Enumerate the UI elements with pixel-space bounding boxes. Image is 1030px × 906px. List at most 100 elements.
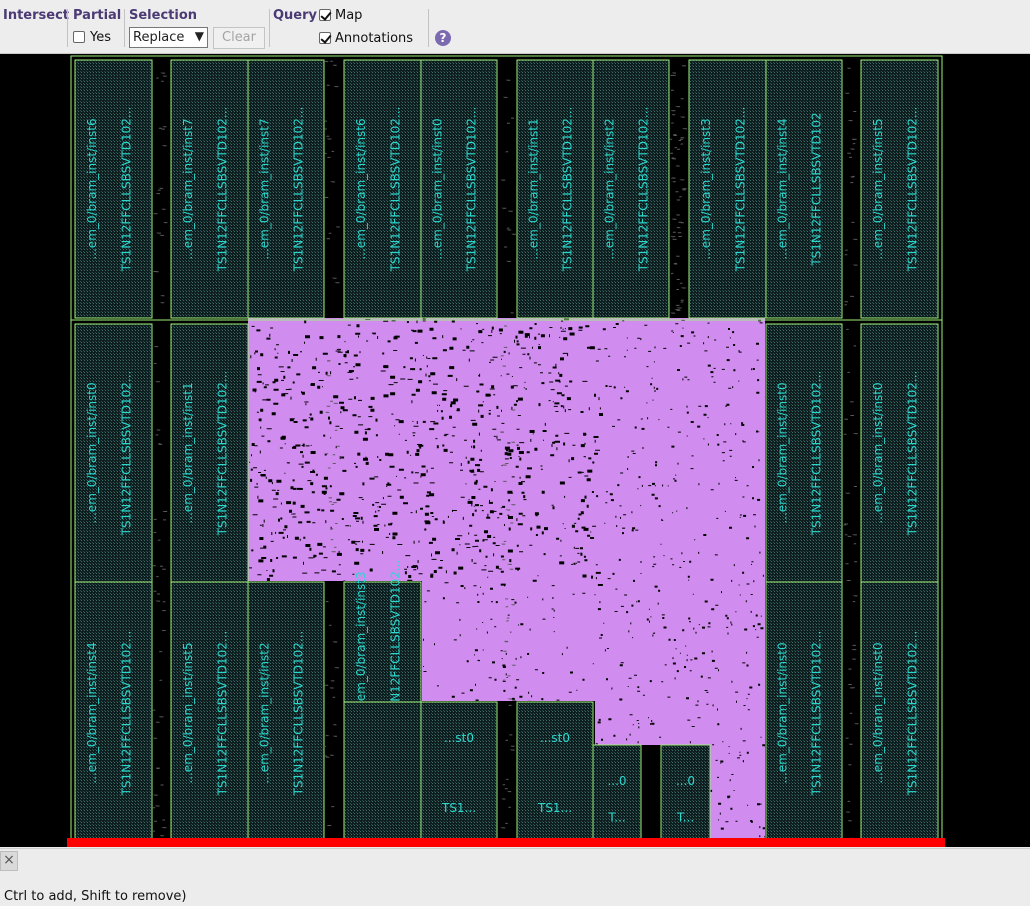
cell-type-label: TS1N12FFCLLSBSVTD102...: [119, 631, 133, 797]
cell-type-label: TS1N12FFCLLSBSVTD102...: [905, 371, 919, 537]
toolbar-divider: [67, 9, 68, 47]
bram-cell[interactable]: ...em_0/bram_inst/inst6 TS1N12FFCLLSBSVTD…: [74, 59, 153, 319]
cell-type-label: TS1N12FFCLLSBSVTD102...: [388, 107, 402, 273]
cell-type-label: TS1N12FFCLLSBSVTD102...: [905, 107, 919, 273]
bram-cell[interactable]: ...em_0/bram_inst/inst7 TS1N12FFCLLSBSVTD…: [247, 59, 325, 319]
cell-instance-label: ...em_0/bram_inst/inst2: [603, 118, 617, 259]
die-boundary-bar: [67, 838, 945, 847]
small-cell-instance-label: ...st0: [444, 731, 474, 745]
cell-type-label: TS1N12FFCLLSBSVTD102...: [388, 560, 402, 726]
cell-type-label: TS1N12FFCLLSBSVTD102...: [119, 107, 133, 273]
cell-instance-label: ...em_0/bram_inst/inst6: [354, 118, 368, 259]
bram-cell[interactable]: ...em_0/bram_inst/inst0 TS1N12FFCLLSBSVTD…: [765, 323, 843, 583]
cell-type-label: TS1N12FFCLLSBSVTD102...: [215, 631, 229, 797]
small-cell-type-label: TS1...: [537, 801, 572, 815]
partial-yes-checkbox[interactable]: [73, 31, 85, 43]
cell-type-label: TS1N12FFCLLSBSVTD102...: [292, 107, 306, 273]
status-hint: Ctrl to add, Shift to remove): [4, 889, 187, 904]
cell-instance-label: ...em_0/bram_inst/inst2: [258, 642, 272, 783]
bram-cell[interactable]: ...em_0/bram_inst/inst2 TS1N12FFCLLSBSVTD…: [247, 581, 325, 845]
toolbar-divider: [269, 9, 270, 47]
cell-instance-label: ...em_0/bram_inst/inst3: [699, 118, 713, 259]
help-icon[interactable]: ?: [435, 30, 451, 46]
small-cell-type-label: TS1...: [441, 801, 476, 815]
bram-cell[interactable]: ...em_0/bram_inst/inst5 TS1N12FFCLLSBSVTD…: [860, 59, 939, 319]
cell-type-label: TS1N12FFCLLSBSVTD102...: [810, 631, 824, 797]
bram-cell[interactable]: ...em_0/bram_inst/inst4 TS1N12FFCLLSBSVTD…: [74, 581, 153, 845]
cell-instance-label: ...em_0/bram_inst/inst3: [354, 571, 368, 712]
small-cell[interactable]: ...st0 TS1...: [420, 701, 498, 845]
cell-type-label: TS1N12FFCLLSBSVTD102...: [119, 371, 133, 537]
small-cell-outline: [516, 701, 594, 845]
small-cell-outline: [420, 701, 498, 845]
small-cell-instance-label: ...0: [607, 774, 626, 788]
bram-cell[interactable]: ...em_0/bram_inst/inst0 TS1N12FFCLLSBSVTD…: [860, 581, 939, 845]
bram-cell[interactable]: ...em_0/bram_inst/inst0 TS1N12FFCLLSBSVTD…: [860, 323, 939, 583]
toolbar-divider: [124, 9, 125, 47]
cell-instance-label: ...em_0/bram_inst/inst0: [871, 642, 885, 783]
cell-instance-label: ...em_0/bram_inst/inst7: [258, 118, 272, 259]
bram-cell[interactable]: ...em_0/bram_inst/inst6 TS1N12FFCLLSBSVTD…: [343, 59, 422, 319]
cell-instance-label: ...em_0/bram_inst/inst1: [527, 118, 541, 259]
bram-cell[interactable]: ...em_0/bram_inst/inst3 TS1N12FFCLLSBSVTD…: [688, 59, 767, 319]
small-cell-outline: [660, 744, 711, 845]
small-cell-instance-label: ...st0: [540, 731, 570, 745]
bram-cell[interactable]: ...em_0/bram_inst/inst4 TS1N12FFCLLSBSVTD…: [765, 59, 843, 319]
partial-label: Partial: [73, 8, 122, 23]
bram-cell[interactable]: ...em_0/bram_inst/inst0 TS1N12FFCLLSBSVTD…: [765, 581, 843, 845]
cell-instance-label: ...em_0/bram_inst/inst7: [181, 118, 195, 259]
small-cell-instance-label: ...0: [676, 774, 695, 788]
selection-label: Selection: [129, 8, 198, 23]
cell-type-label: TS1N12FFCLLSBSVTD102...: [561, 107, 575, 273]
cell-instance-label: ...em_0/bram_inst/inst5: [871, 118, 885, 259]
cell-instance-label: ...em_0/bram_inst/inst0: [776, 642, 790, 783]
bram-cell-outline: [343, 701, 422, 845]
small-cell-type-label: T...: [607, 811, 625, 825]
status-bar: × Ctrl to add, Shift to remove): [0, 848, 1030, 906]
cell-instance-label: ...em_0/bram_inst/inst0: [871, 382, 885, 523]
map-label: Map: [335, 8, 363, 23]
selection-mode-value: Replace: [133, 30, 185, 45]
map-checkbox[interactable]: [319, 9, 331, 21]
cell-instance-label: ...em_0/bram_inst/inst0: [776, 382, 790, 523]
intersect-label: Intersect: [3, 8, 70, 23]
cell-type-label: TS1N12FFCLLSBSVTD102...: [905, 631, 919, 797]
cell-instance-label: ...em_0/bram_inst/inst0: [431, 118, 445, 259]
cell-instance-label: ...em_0/bram_inst/inst1: [181, 382, 195, 523]
close-icon[interactable]: ×: [0, 851, 18, 871]
annotations-label: Annotations: [335, 31, 414, 46]
selection-mode-select[interactable]: Replace ▼: [129, 27, 208, 48]
layout-canvas[interactable]: ...em_0/bram_inst/inst6 TS1N12FFCLLSBSVTD…: [0, 54, 1030, 847]
query-label: Query: [273, 8, 318, 23]
bram-cell[interactable]: ...em_0/bram_inst/inst1 TS1N12FFCLLSBSVTD…: [170, 323, 249, 583]
cell-instance-label: ...em_0/bram_inst/inst0: [85, 382, 99, 523]
cell-type-label: TS1N12FFCLLSBSVTD102...: [733, 107, 747, 273]
bram-cell[interactable]: ...em_0/bram_inst/inst5 TS1N12FFCLLSBSVTD…: [170, 581, 249, 845]
dropdown-arrow-icon: ▼: [194, 29, 204, 43]
bram-cell[interactable]: ...em_0/bram_inst/inst2 TS1N12FFCLLSBSVTD…: [592, 59, 670, 319]
cell-instance-label: ...em_0/bram_inst/inst4: [776, 118, 790, 259]
cell-type-label: TS1N12FFCLLSBSVTD102...: [215, 107, 229, 273]
cell-instance-label: ...em_0/bram_inst/inst4: [85, 642, 99, 783]
bram-cell[interactable]: ...em_0/bram_inst/inst7 TS1N12FFCLLSBSVTD…: [170, 59, 249, 319]
annotations-checkbox[interactable]: [319, 32, 331, 44]
cell-type-label: TS1N12FFCLLSBSVTD102...: [637, 107, 651, 273]
cell-type-label: TS1N12FFCLLSBSVTD102...: [292, 631, 306, 797]
small-cell[interactable]: ...0 T...: [660, 744, 711, 845]
partial-yes-label: Yes: [90, 30, 111, 45]
bram-cell[interactable]: ...em_0/bram_inst/inst3 TS1N12FFCLLSBSVTD…: [343, 560, 422, 726]
cell-type-label: TS1N12FFCLLSBSVTD102...: [810, 371, 824, 537]
small-cell[interactable]: ...0 T...: [592, 744, 642, 845]
small-cell-type-label: T...: [676, 811, 694, 825]
small-cell-outline: [592, 744, 642, 845]
layout-view[interactable]: ...em_0/bram_inst/inst6 TS1N12FFCLLSBSVTD…: [0, 54, 1030, 847]
small-cell[interactable]: ...st0 TS1...: [516, 701, 594, 845]
channel-marks: [669, 65, 687, 321]
channel-marks: [843, 67, 859, 847]
bram-cell[interactable]: ...em_0/bram_inst/inst1 TS1N12FFCLLSBSVTD…: [516, 59, 594, 319]
toolbar-divider: [428, 9, 429, 47]
bram-cell[interactable]: ...em_0/bram_inst/inst0 TS1N12FFCLLSBSVTD…: [420, 59, 498, 319]
cell-type-label: TS1N12FFCLLSBSVTD102...: [465, 107, 479, 273]
bram-cell[interactable]: ...em_0/bram_inst/inst0 TS1N12FFCLLSBSVTD…: [74, 323, 153, 583]
clear-button[interactable]: Clear: [213, 27, 265, 49]
